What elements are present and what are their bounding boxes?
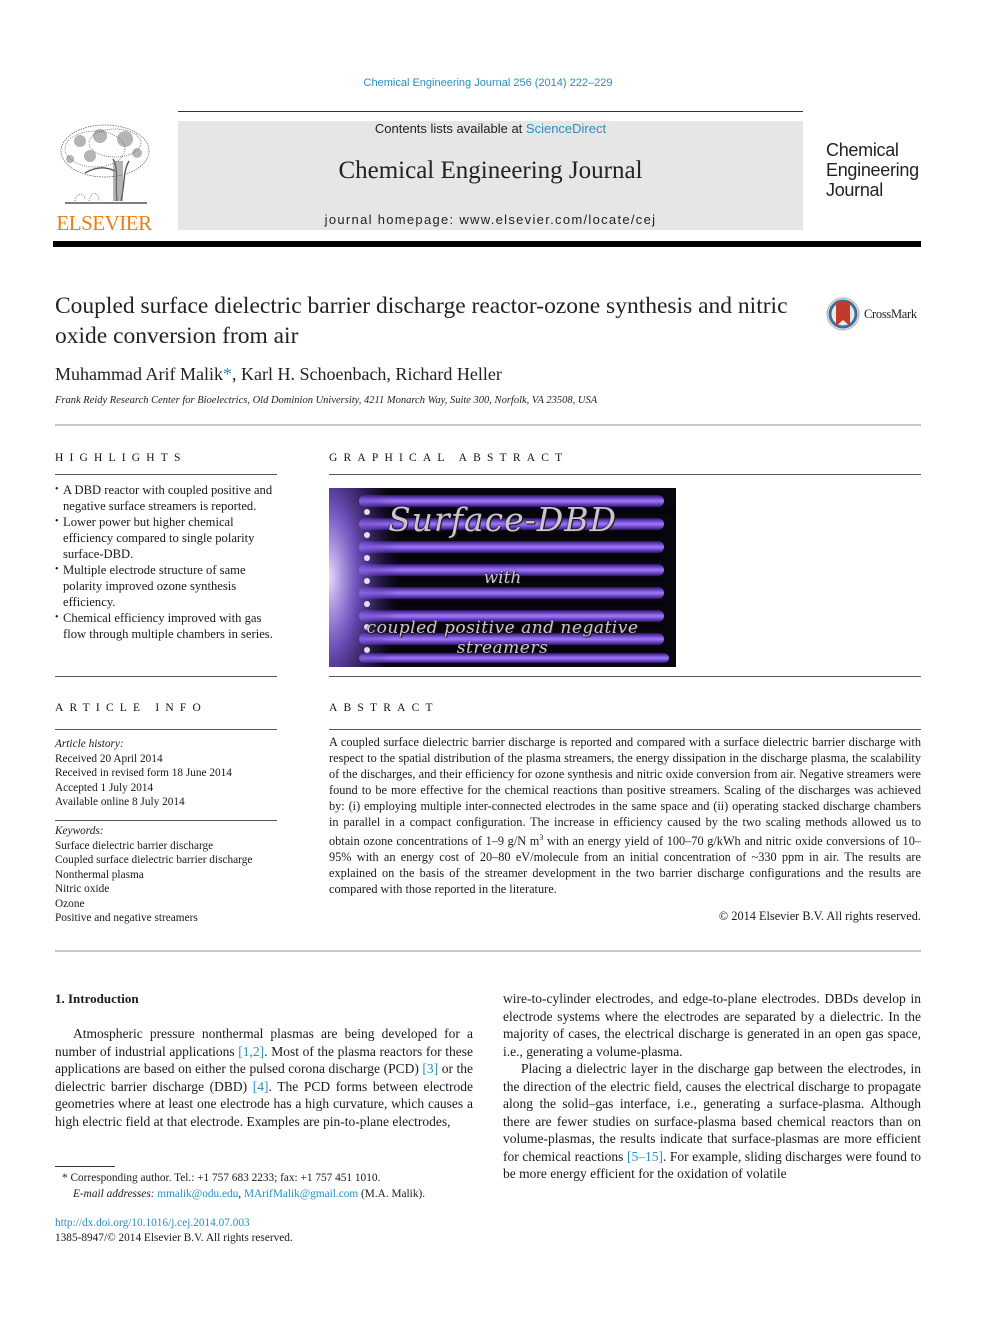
graphical-abstract-title: Surface-DBD [388, 500, 617, 539]
abstract-rule [329, 729, 921, 730]
journal-logo-line: Engineering [826, 160, 919, 180]
contents-line: Contents lists available at ScienceDirec… [178, 121, 803, 136]
graphical-abstract-image[interactable]: Surface-DBD with coupled positive and ne… [329, 488, 676, 667]
keyword: Nitric oxide [55, 883, 110, 895]
email-link[interactable]: MArifMalik@gmail.com [244, 1188, 358, 1200]
contents-prefix: Contents lists available at [374, 121, 526, 136]
footnote-text: Corresponding author. Tel.: +1 757 683 2… [67, 1172, 381, 1184]
crossmark-button[interactable]: CrossMark [826, 297, 917, 331]
citation-ref[interactable]: [3] [422, 1061, 438, 1076]
highlights-bottom-rule [55, 676, 277, 677]
footnote-rule [55, 1166, 115, 1167]
email-line: E-mail addresses: mmalik@odu.edu, MArifM… [62, 1186, 425, 1202]
graphical-abstract-heading: GRAPHICAL ABSTRACT [329, 452, 569, 464]
article-info-rule [55, 729, 277, 730]
keyword: Coupled surface dielectric barrier disch… [55, 854, 253, 866]
journal-homepage-link[interactable]: journal homepage: www.elsevier.com/locat… [178, 212, 803, 227]
keyword: Nonthermal plasma [55, 868, 144, 881]
keyword: Positive and negative streamers [55, 912, 198, 924]
keywords: Keywords: Surface dielectric barrier dis… [55, 824, 285, 926]
citation-ref[interactable]: [5–15] [627, 1149, 663, 1164]
graphical-abstract-with: with [483, 568, 522, 588]
intro-paragraph-2: Placing a dielectric layer in the discha… [503, 1060, 921, 1183]
history-entry: Received in revised form 18 June 2014 [55, 767, 232, 779]
article-history-label: Article history: [55, 738, 124, 750]
history-entry: Available online 8 July 2014 [55, 796, 185, 808]
article-info-heading: ARTICLE INFO [55, 702, 207, 714]
author-name: , Karl H. Schoenbach, Richard Heller [231, 364, 502, 384]
keywords-label: Keywords: [55, 825, 104, 837]
journal-citation[interactable]: Chemical Engineering Journal 256 (2014) … [0, 77, 976, 89]
intro-paragraph-1: Atmospheric pressure nonthermal plasmas … [55, 1025, 473, 1130]
corresponding-author-marker[interactable]: * [223, 364, 232, 384]
author-list: Muhammad Arif Malik*, Karl H. Schoenbach… [55, 364, 502, 385]
masthead-thick-rule [53, 241, 921, 247]
section-heading-introduction: 1. Introduction [55, 991, 139, 1006]
citation-ref[interactable]: [4] [253, 1079, 269, 1094]
email-suffix: (M.A. Malik). [358, 1188, 426, 1200]
abstract-copyright: © 2014 Elsevier B.V. All rights reserved… [718, 909, 921, 923]
article-title: Coupled surface dielectric barrier disch… [55, 293, 788, 349]
highlights-rule [55, 474, 277, 475]
crossmark-label: CrossMark [864, 306, 917, 321]
citation-ref[interactable]: [1,2] [238, 1044, 264, 1059]
highlight-item: Chemical efficiency improved with gas fl… [55, 610, 277, 642]
keyword: Surface dielectric barrier discharge [55, 839, 214, 852]
history-entry: Accepted 1 July 2014 [55, 781, 154, 794]
email-link[interactable]: mmalik@odu.edu [157, 1188, 238, 1200]
graphical-abstract-subtitle: coupled positive and negative streamers [366, 618, 639, 658]
keywords-rule [55, 820, 277, 821]
highlight-item: Lower power but higher chemical efficien… [55, 514, 277, 562]
section-divider [55, 424, 921, 426]
journal-logo-line: Chemical [826, 140, 899, 160]
doi-block: http://dx.doi.org/10.1016/j.cej.2014.07.… [55, 1216, 293, 1246]
journal-masthead: Contents lists available at ScienceDirec… [178, 121, 803, 230]
elsevier-wordmark: ELSEVIER [56, 211, 152, 235]
highlights-heading: HIGHLIGHTS [55, 452, 187, 464]
keyword: Ozone [55, 897, 85, 910]
affiliation: Frank Reidy Research Center for Bioelect… [55, 395, 598, 406]
footnote: * Corresponding author. Tel.: +1 757 683… [62, 1170, 425, 1202]
article-history: Article history: Received 20 April 2014 … [55, 737, 277, 810]
highlight-item: A DBD reactor with coupled positive and … [55, 482, 277, 514]
highlights-list: A DBD reactor with coupled positive and … [55, 482, 277, 642]
header-rule [178, 111, 803, 112]
elsevier-logo[interactable]: ELSEVIER [53, 121, 155, 235]
journal-cover-logo[interactable]: Chemical Engineering Journal [826, 140, 919, 200]
graphical-abstract-rule [329, 474, 921, 475]
email-label: E-mail addresses: [73, 1188, 158, 1200]
crossmark-icon [826, 297, 860, 331]
sciencedirect-link[interactable]: ScienceDirect [526, 121, 606, 136]
history-entry: Received 20 April 2014 [55, 752, 163, 765]
journal-logo-line: Journal [826, 180, 883, 200]
author-name[interactable]: Muhammad Arif Malik [55, 364, 223, 384]
abstract-text: A coupled surface dielectric barrier dis… [329, 735, 921, 898]
doi-link[interactable]: http://dx.doi.org/10.1016/j.cej.2014.07.… [55, 1216, 293, 1231]
front-matter-bottom-rule [55, 950, 921, 952]
graphical-abstract-bottom-rule [329, 676, 921, 677]
abstract-heading: ABSTRACT [329, 702, 439, 714]
highlight-item: Multiple electrode structure of same pol… [55, 562, 277, 610]
issn-line: 1385-8947/© 2014 Elsevier B.V. All right… [55, 1232, 293, 1244]
journal-title: Chemical Engineering Journal [338, 157, 643, 184]
elsevier-tree-icon [60, 124, 150, 204]
corresponding-author-note: * Corresponding author. Tel.: +1 757 683… [62, 1170, 425, 1186]
intro-paragraph-1-cont: wire-to-cylinder electrodes, and edge-to… [503, 991, 921, 1059]
abstract-body: A coupled surface dielectric barrier dis… [329, 735, 921, 849]
